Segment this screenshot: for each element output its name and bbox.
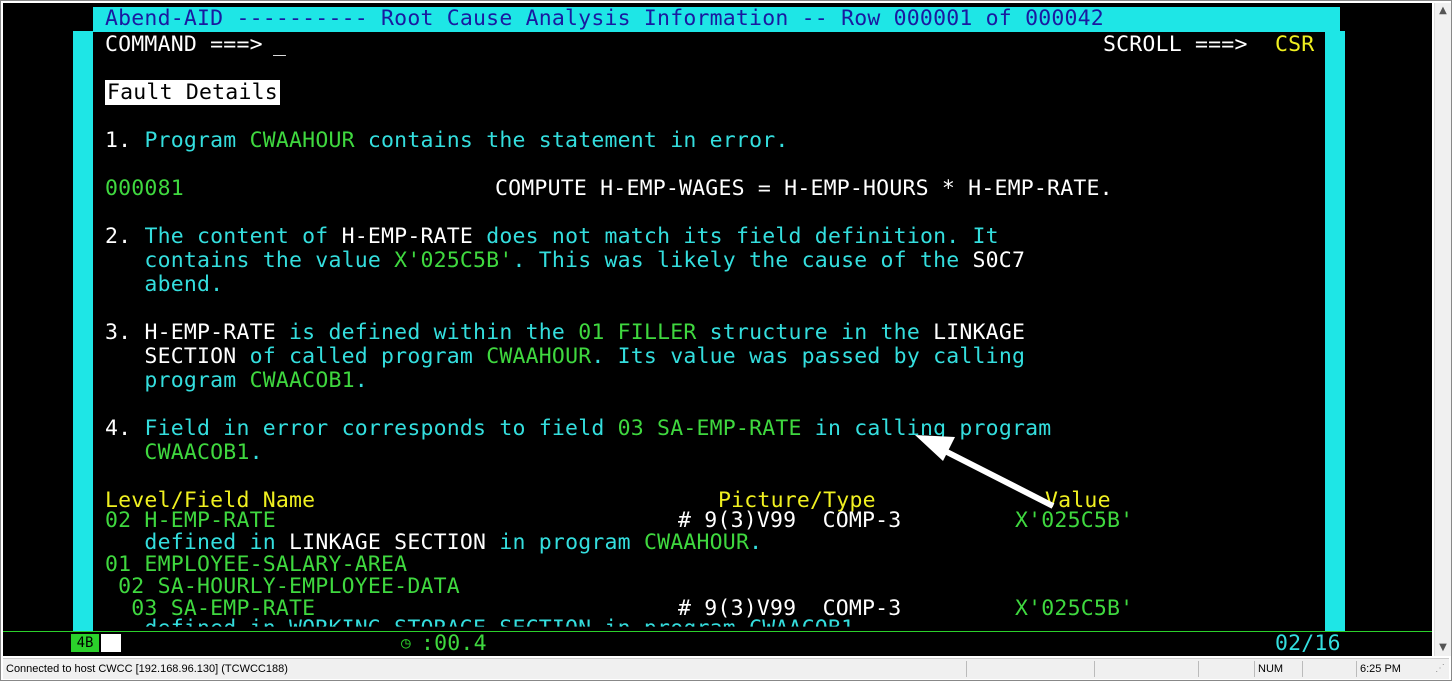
scroll-label: SCROLL ===> xyxy=(1103,32,1248,57)
clock-time: 6:25 PM xyxy=(1360,663,1401,675)
screen-title: Abend-AID ---------- Root Cause Analysis… xyxy=(105,6,1104,31)
terminal-window: Abend-AID ---------- Root Cause Analysis… xyxy=(0,0,1452,681)
scroll-down-icon[interactable]: ▼ xyxy=(1435,640,1451,656)
command-input[interactable]: _ xyxy=(273,33,286,57)
clock-icon: ◷ xyxy=(401,633,411,652)
fault-item-2: 2. The content of H-EMP-RATE does not ma… xyxy=(105,224,999,249)
section-heading: Fault Details xyxy=(105,80,280,105)
status-block xyxy=(101,634,121,652)
fault-item-1: 1. Program CWAAHOUR contains the stateme… xyxy=(105,128,789,153)
num-lock-indicator: NUM xyxy=(1255,661,1303,677)
vertical-scrollbar[interactable]: ▲ ▼ xyxy=(1434,3,1451,656)
statement-number: 000081 xyxy=(105,176,184,201)
fault-item-3: 3. H-EMP-RATE is defined within the 01 F… xyxy=(105,320,1026,345)
resize-grip-icon[interactable]: ⋰ xyxy=(1435,663,1445,674)
scroll-value[interactable]: CSR xyxy=(1275,33,1314,57)
field-row-value: X'025C5B' xyxy=(1015,596,1134,621)
connection-status: Connected to host CWCC [192.168.96.130] … xyxy=(3,661,967,677)
terminal-screen[interactable]: Abend-AID ---------- Root Cause Analysis… xyxy=(3,3,1432,656)
response-timer: :00.4 xyxy=(421,631,487,656)
right-border-bar xyxy=(1325,31,1345,631)
operator-info-area: 4B ◷ :00.4 02/16 xyxy=(3,631,1432,656)
fault-item-4: 4. Field in error corresponds to field 0… xyxy=(105,416,1052,441)
cursor-position: 02/16 xyxy=(1275,631,1341,656)
command-label: COMMAND ===> xyxy=(105,32,263,57)
status-bar: Connected to host CWCC [192.168.96.130] … xyxy=(3,658,1449,679)
session-indicator: 4B xyxy=(71,634,99,652)
scroll-up-icon[interactable]: ▲ xyxy=(1435,3,1451,19)
left-border-bar xyxy=(73,31,93,631)
field-row-value: X'025C5B' xyxy=(1015,508,1134,533)
statement-text: COMPUTE H-EMP-WAGES = H-EMP-HOURS * H-EM… xyxy=(495,176,1113,201)
